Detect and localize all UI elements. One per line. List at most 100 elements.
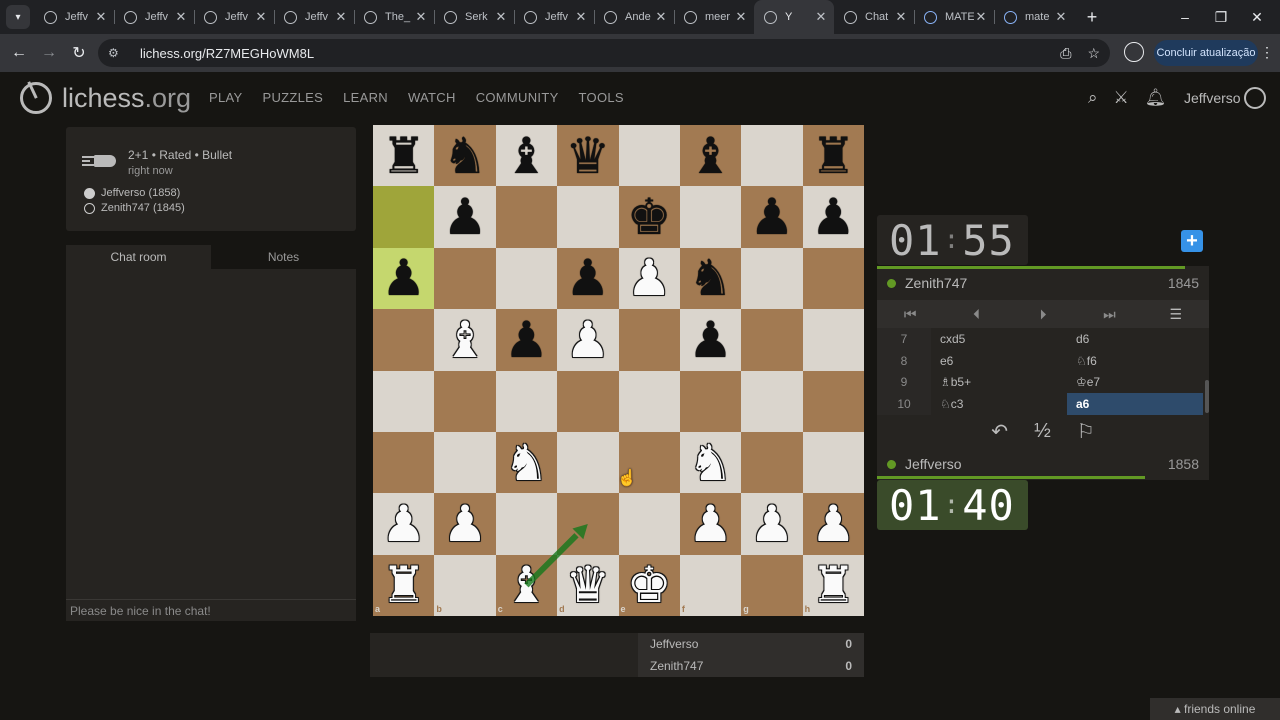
browser-tab[interactable]: Serk ✕ (434, 0, 514, 34)
crosstable-row[interactable]: Zenith747 0 (638, 655, 864, 677)
first-move-icon[interactable]: ⏮ (877, 300, 943, 328)
crosstable: Jeffverso 0 Zenith747 0 (370, 633, 864, 677)
opponent-time-bar (877, 266, 1185, 269)
add-time-button[interactable]: + (1181, 230, 1203, 252)
nav-puzzles[interactable]: PUZZLES (262, 90, 323, 105)
tab-title: Jeffv (225, 11, 249, 23)
tab-close-icon[interactable]: ✕ (254, 9, 268, 25)
crosstable-row[interactable]: Jeffverso 0 (638, 633, 864, 655)
tab-chat-room[interactable]: Chat room (66, 245, 211, 269)
browser-tab[interactable]: Jeffv ✕ (514, 0, 594, 34)
user-menu[interactable]: Jeffverso (1184, 90, 1241, 106)
tab-close-icon[interactable]: ✕ (814, 9, 828, 25)
move-arrow (524, 523, 588, 588)
next-move-icon[interactable]: ⏵ (1010, 300, 1076, 328)
my-time-bar (877, 476, 1145, 479)
takeback-icon[interactable]: ↶ (991, 419, 1008, 444)
lichess-icon (364, 10, 377, 24)
tab-close-icon[interactable]: ✕ (94, 9, 108, 25)
last-move-icon[interactable]: ⏭ (1076, 300, 1142, 328)
tab-close-icon[interactable]: ✕ (1054, 9, 1068, 25)
browser-tab[interactable]: Jeffv ✕ (114, 0, 194, 34)
tab-close-icon[interactable]: ✕ (894, 9, 908, 25)
browser-tab[interactable]: mate ✕ (994, 0, 1074, 34)
browser-tab[interactable]: Jeffv ✕ (34, 0, 114, 34)
move-black[interactable]: ♘f6 (1067, 350, 1203, 372)
forward-button[interactable]: → (34, 38, 64, 68)
crosstable-score: 0 (845, 659, 852, 673)
chat-input[interactable]: Please be nice in the chat! (66, 599, 356, 621)
browser-tab[interactable]: Chat ✕ (834, 0, 914, 34)
move-black[interactable]: a6 (1067, 393, 1203, 415)
move-black[interactable]: ♔e7 (1067, 372, 1203, 394)
user-avatar-icon[interactable] (1244, 87, 1266, 109)
browser-tab[interactable]: Y ✕ (754, 0, 834, 34)
bullet-icon (82, 153, 116, 169)
close-window-button[interactable]: ✕ (1234, 0, 1280, 34)
profile-icon[interactable] (1124, 42, 1144, 62)
my-player[interactable]: Jeffverso 1858 (877, 451, 1209, 477)
friends-online-button[interactable]: ▴ friends online (1150, 698, 1280, 720)
tab-notes[interactable]: Notes (211, 245, 356, 269)
install-app-icon[interactable]: ⎙ (1060, 45, 1071, 62)
browser-toolbar: ← → ↻ ⚙ lichess.org/RZ7MEGHoWM8L ⎙ ☆ Con… (0, 34, 1280, 72)
move-white[interactable]: cxd5 (931, 328, 1067, 350)
tab-close-icon[interactable]: ✕ (334, 9, 348, 25)
tab-close-icon[interactable]: ✕ (174, 9, 188, 25)
nav-tools[interactable]: TOOLS (579, 90, 624, 105)
move-black[interactable]: d6 (1067, 328, 1203, 350)
tab-title: MATE (945, 11, 974, 23)
move-row: 9 ♗b5+ ♔e7 (877, 371, 1209, 394)
browser-tab[interactable]: Jeffv ✕ (194, 0, 274, 34)
opponent-player[interactable]: Zenith747 1845 (877, 270, 1209, 296)
browser-tab[interactable]: Jeffv ✕ (274, 0, 354, 34)
swords-icon[interactable]: ⚔ (1114, 88, 1129, 108)
offer-draw-button[interactable]: ½ (1034, 420, 1051, 443)
game-panel: Zenith747 1845 ⏮ ⏴ ⏵ ⏭ ☰ 7 cxd5 d6 8 e6 ♘f6 9 ♗… (877, 266, 1209, 480)
tab-close-icon[interactable]: ✕ (654, 9, 668, 25)
chess-board[interactable]: ♜ ♞ ♝ ♛ ♝ ♜ ♟ ♚ ♟ ♟ ♟ ♟ ♟ ♞ ♝ ♟ ♟ ♟ ♞ ♞ ♟ ♟ ♟ ♟ ♟ ♜ ♝ ♛ ♚ ♜ 8 7 6 5 4 3 2 1 a b… (373, 125, 864, 616)
logo-text: lichess (62, 82, 145, 113)
tab-close-icon[interactable]: ✕ (414, 9, 428, 25)
browser-tab[interactable]: Ande ✕ (594, 0, 674, 34)
tab-close-icon[interactable]: ✕ (974, 9, 988, 25)
update-button[interactable]: Concluir atualização (1154, 40, 1258, 66)
prev-move-icon[interactable]: ⏴ (943, 300, 1009, 328)
clock-minutes: 01 (889, 480, 942, 530)
mouse-cursor-icon: ☝ (617, 470, 637, 487)
browser-tab[interactable]: The_ ✕ (354, 0, 434, 34)
browser-tab[interactable]: MATE ✕ (914, 0, 994, 34)
tab-close-icon[interactable]: ✕ (734, 9, 748, 25)
move-number: 8 (877, 349, 931, 372)
tab-title: The_ (385, 11, 411, 23)
new-tab-button[interactable]: + (1082, 7, 1102, 28)
search-icon[interactable]: ⌕ (1088, 88, 1098, 108)
tab-close-icon[interactable]: ✕ (494, 9, 508, 25)
move-white[interactable]: ♘c3 (931, 393, 1067, 415)
resign-flag-icon[interactable]: ⚐ (1077, 419, 1095, 444)
tab-close-icon[interactable]: ✕ (574, 9, 588, 25)
tab-title: Jeffv (145, 11, 169, 23)
meta-black-player[interactable]: Zenith747 (1845) (84, 202, 185, 214)
meta-white-player[interactable]: Jeffverso (1858) (84, 187, 180, 199)
logo-tld: .org (144, 82, 192, 113)
nav-watch[interactable]: WATCH (408, 90, 456, 105)
lichess-logo[interactable]: lichess.org (20, 82, 191, 114)
move-list-scrollbar[interactable] (1205, 380, 1209, 413)
site-info-icon[interactable]: ⚙ (108, 46, 126, 60)
bookmark-star-icon[interactable]: ☆ (1087, 45, 1100, 62)
reload-button[interactable]: ↻ (64, 38, 94, 68)
move-white[interactable]: e6 (931, 350, 1067, 372)
address-bar[interactable]: ⚙ lichess.org/RZ7MEGHoWM8L ⎙ ☆ (98, 39, 1110, 67)
nav-community[interactable]: COMMUNITY (476, 90, 559, 105)
nav-learn[interactable]: LEARN (343, 90, 388, 105)
browser-menu-icon[interactable]: ⋮ (1260, 44, 1274, 61)
browser-tab[interactable]: meer ✕ (674, 0, 754, 34)
tab-search-button[interactable]: ▾ (6, 5, 30, 29)
bell-icon[interactable]: 🔔︎ (1145, 88, 1167, 108)
nav-play[interactable]: PLAY (209, 90, 242, 105)
menu-icon[interactable]: ☰ (1143, 300, 1209, 328)
opponent-name: Zenith747 (905, 275, 968, 291)
move-white[interactable]: ♗b5+ (931, 372, 1067, 394)
back-button[interactable]: ← (4, 38, 34, 68)
